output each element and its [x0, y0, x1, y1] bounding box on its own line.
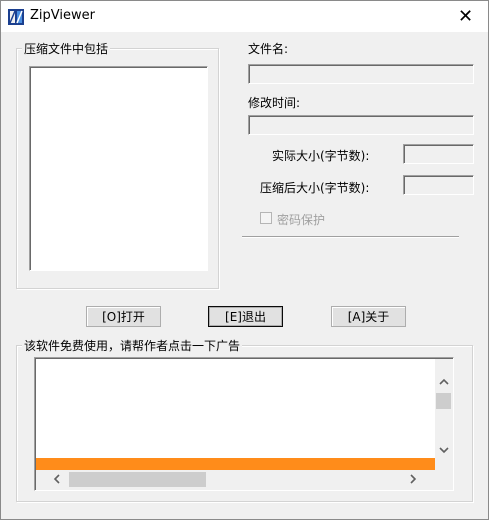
horizontal-scroll-thumb[interactable] — [69, 472, 206, 487]
open-button[interactable]: [O]打开 — [86, 306, 161, 327]
chevron-right-icon — [410, 473, 417, 487]
close-button[interactable]: ✕ — [443, 1, 488, 32]
filename-label: 文件名: — [248, 42, 289, 56]
scroll-left-button[interactable] — [48, 471, 65, 488]
password-checkbox[interactable] — [260, 212, 272, 224]
chevron-down-icon — [438, 443, 449, 457]
password-label: 密码保护 — [277, 213, 326, 227]
zip-app-icon — [7, 8, 25, 26]
actual-size-field[interactable] — [403, 144, 474, 164]
scroll-down-button[interactable] — [435, 441, 452, 458]
ad-group-label: 该软件免费使用，请帮作者点击一下广告 — [22, 337, 243, 354]
filename-field[interactable] — [248, 64, 474, 84]
scroll-up-button[interactable] — [435, 372, 452, 389]
vertical-scroll-thumb[interactable] — [436, 393, 451, 409]
archive-contents-label: 压缩文件中包括 — [22, 40, 111, 57]
modified-time-field[interactable] — [248, 115, 474, 135]
about-button[interactable]: [A]关于 — [331, 306, 406, 327]
separator-line — [242, 236, 459, 238]
modified-time-label: 修改时间: — [248, 96, 301, 110]
ad-banner[interactable] — [36, 458, 435, 470]
compressed-size-field[interactable] — [403, 175, 474, 195]
close-icon: ✕ — [457, 6, 474, 27]
scroll-right-button[interactable] — [405, 471, 422, 488]
ad-content-area[interactable] — [36, 359, 435, 458]
compressed-size-label: 压缩后大小(字节数): — [260, 181, 370, 195]
chevron-up-icon — [438, 374, 449, 388]
archive-file-list[interactable] — [29, 66, 208, 271]
exit-button[interactable]: [E]退出 — [208, 306, 283, 327]
actual-size-label: 实际大小(字节数): — [272, 149, 370, 163]
window-title: ZipViewer — [30, 8, 95, 23]
chevron-left-icon — [53, 473, 60, 487]
